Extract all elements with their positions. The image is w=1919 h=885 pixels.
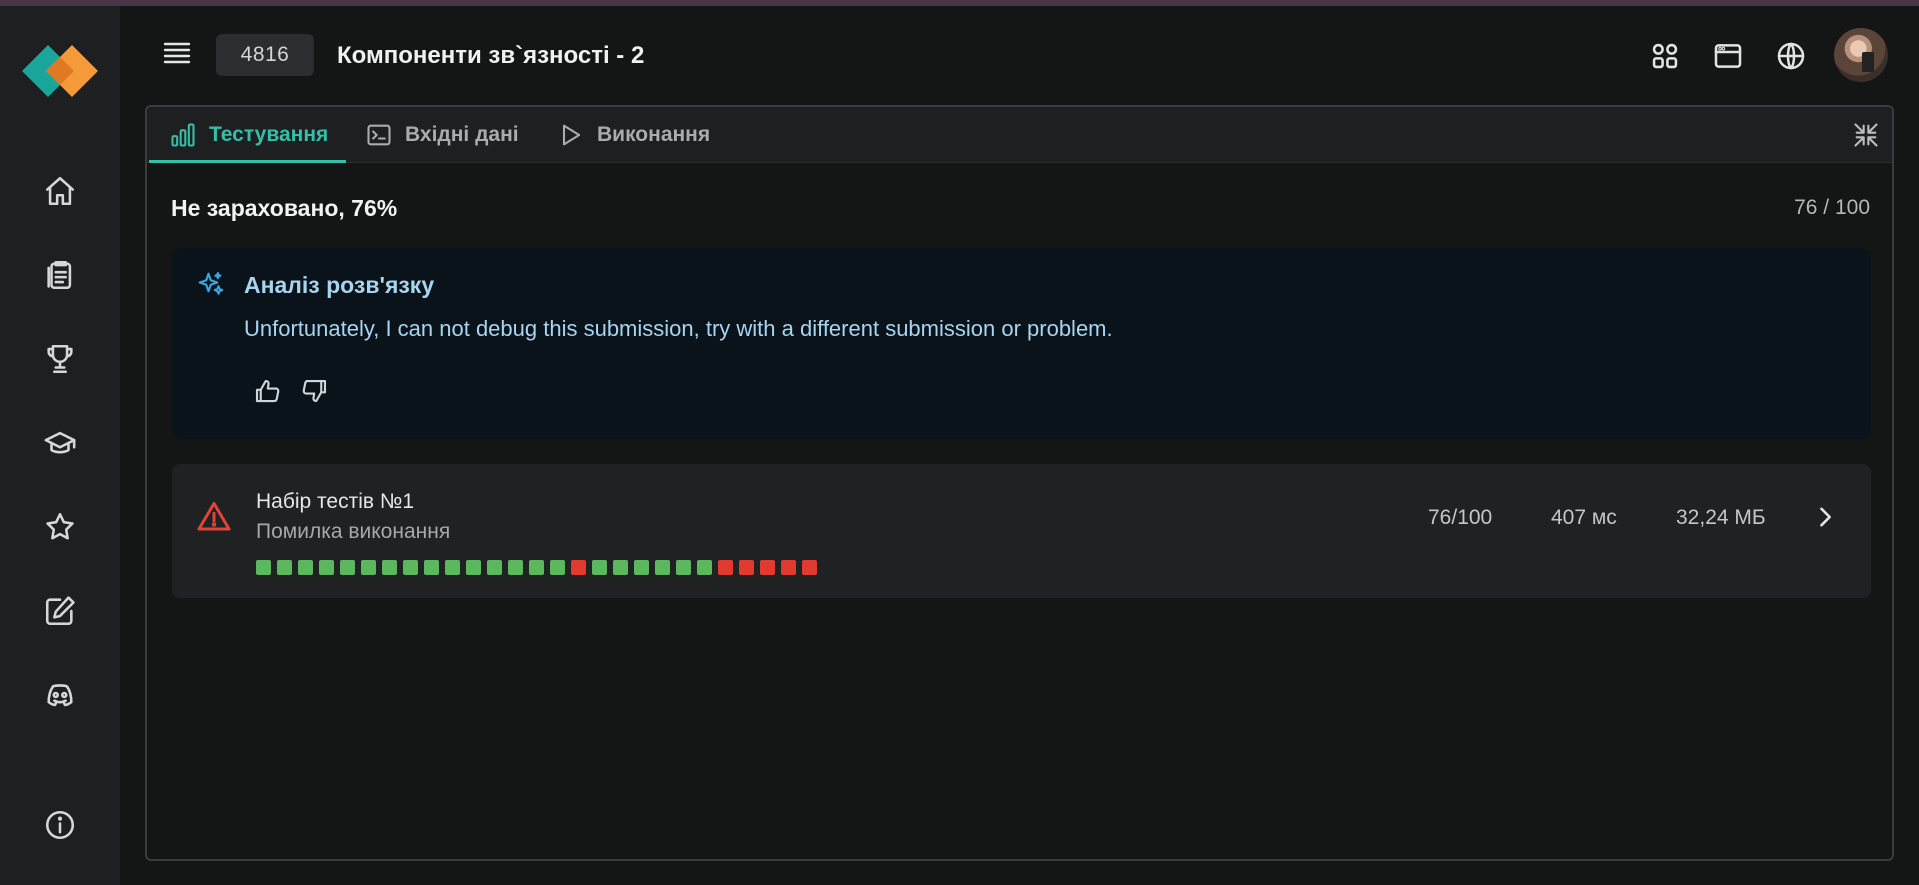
star-icon (46, 512, 74, 540)
verdict-text: Не зараховано, 76% (171, 195, 398, 221)
test-passed-marker (550, 560, 565, 575)
analysis-message: Unfortunately, I can not debug this subm… (244, 316, 1113, 341)
test-passed-marker (487, 560, 502, 575)
test-passed-marker (634, 560, 649, 575)
apps-button[interactable] (1647, 38, 1683, 74)
test-passed-marker (655, 560, 670, 575)
test-passed-marker (256, 560, 271, 575)
sidebar-item-problems[interactable] (38, 253, 82, 297)
analysis-title: Аналіз розв'язку (244, 272, 435, 298)
chevron-right-icon[interactable] (1811, 503, 1839, 531)
info-icon (45, 810, 75, 840)
discord-icon (47, 684, 73, 707)
test-set-row[interactable]: Набір тестів №1 Помилка виконання 76/100… (172, 464, 1871, 598)
sidebar-item-favorites[interactable] (38, 505, 82, 549)
thumbs-up-icon (255, 379, 280, 403)
test-passed-marker (592, 560, 607, 575)
language-button[interactable] (1773, 38, 1809, 74)
browser-window-icon (1714, 44, 1742, 68)
test-passed-marker (466, 560, 481, 575)
test-passed-marker (403, 560, 418, 575)
sidebar-item-editor[interactable] (38, 589, 82, 633)
test-passed-marker (298, 560, 313, 575)
play-icon (562, 124, 581, 146)
bar-chart-icon (171, 123, 195, 147)
problem-id-badge: 4816 (216, 34, 314, 76)
collapse-icon (1854, 123, 1878, 147)
test-passed-marker (529, 560, 544, 575)
hamburger-icon (163, 42, 191, 64)
test-passed-marker (340, 560, 355, 575)
test-set-status: Помилка виконання (256, 520, 451, 543)
tab-execution[interactable]: Виконання (557, 107, 710, 163)
trophy-icon (47, 344, 73, 374)
tab-label: Вхідні дані (405, 123, 519, 146)
test-failed-marker (718, 560, 733, 575)
test-passed-marker (382, 560, 397, 575)
test-passed-marker (277, 560, 292, 575)
thumbs-down-icon (302, 379, 327, 403)
home-icon (45, 176, 75, 206)
sparkle-icon (196, 270, 226, 300)
thumbs-up-button[interactable] (252, 376, 284, 408)
menu-button[interactable] (160, 38, 194, 68)
tab-label: Тестування (209, 123, 329, 146)
test-passed-marker (445, 560, 460, 575)
graduation-cap-icon (44, 431, 76, 454)
test-passed-marker (613, 560, 628, 575)
test-passed-marker (676, 560, 691, 575)
test-passed-marker (361, 560, 376, 575)
tab-label: Виконання (597, 123, 711, 146)
test-failed-marker (802, 560, 817, 575)
test-passed-marker (319, 560, 334, 575)
sidebar-item-info[interactable] (38, 803, 82, 847)
collapse-button[interactable] (1852, 121, 1880, 149)
problem-title: Компоненти зв`язності - 2 (337, 42, 645, 69)
test-failed-marker (781, 560, 796, 575)
test-passed-marker (424, 560, 439, 575)
sidebar (0, 6, 120, 885)
test-set-name: Набір тестів №1 (256, 490, 415, 513)
browser-button[interactable] (1710, 38, 1746, 74)
test-failed-marker (760, 560, 775, 575)
problems-icon (47, 260, 72, 290)
sidebar-item-discord[interactable] (38, 673, 82, 717)
test-set-score: 76/100 (1428, 506, 1493, 529)
warning-icon (196, 499, 232, 535)
edit-icon (45, 596, 75, 626)
test-results-bar (256, 560, 817, 575)
testing-panel: Тестування Вхідні дані Виконання Не зара… (145, 105, 1894, 861)
test-failed-marker (571, 560, 586, 575)
sidebar-item-home[interactable] (38, 169, 82, 213)
thumbs-down-button[interactable] (300, 376, 332, 408)
test-set-time: 407 мс (1551, 506, 1617, 529)
sidebar-item-contests[interactable] (38, 337, 82, 381)
test-failed-marker (739, 560, 754, 575)
tab-input[interactable]: Вхідні дані (365, 107, 519, 163)
logo[interactable] (22, 41, 98, 101)
avatar[interactable] (1834, 28, 1888, 82)
total-score: 76 / 100 (1794, 196, 1870, 219)
test-passed-marker (508, 560, 523, 575)
tab-bar: Тестування Вхідні дані Виконання (147, 107, 1892, 163)
tab-testing[interactable]: Тестування (148, 107, 347, 163)
grid-icon (1652, 43, 1678, 69)
solution-analysis-card: Аналіз розв'язку Unfortunately, I can no… (172, 248, 1871, 439)
globe-icon (1777, 42, 1805, 70)
test-passed-marker (697, 560, 712, 575)
test-set-memory: 32,24 МБ (1676, 506, 1766, 529)
terminal-icon (367, 124, 391, 146)
header: 4816 Компоненти зв`язності - 2 (120, 6, 1919, 98)
sidebar-item-courses[interactable] (38, 421, 82, 465)
